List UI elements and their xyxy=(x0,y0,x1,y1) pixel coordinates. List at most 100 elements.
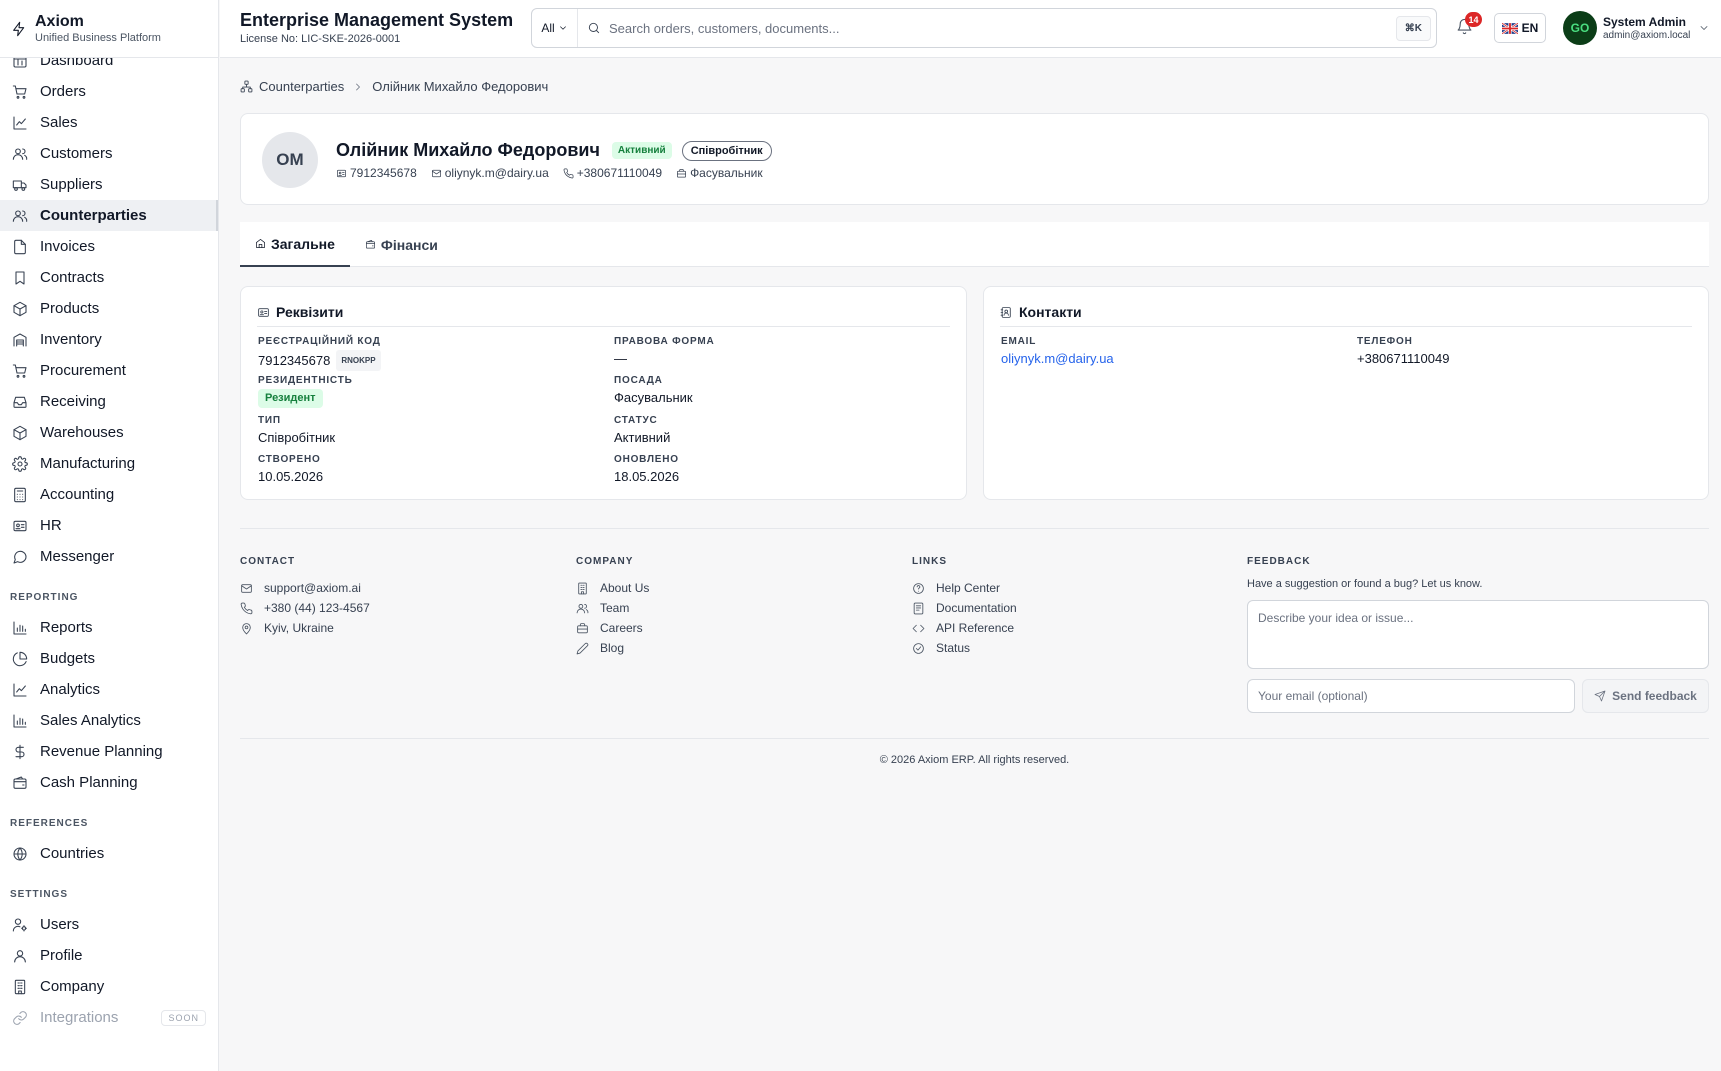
sidebar-item-label: Users xyxy=(40,916,80,933)
code-icon xyxy=(912,624,925,632)
footer-link-label: Careers xyxy=(600,621,643,635)
search-input[interactable] xyxy=(609,20,1396,36)
sidebar-item-label: Revenue Planning xyxy=(40,743,163,760)
footer-contact-email[interactable]: support@axiom.ai xyxy=(240,578,370,598)
user-cog-icon xyxy=(12,917,27,932)
sidebar-item-products[interactable]: Products xyxy=(0,293,218,324)
id-card-icon xyxy=(258,308,269,317)
sidebar-item-company[interactable]: Company xyxy=(0,971,218,1002)
sidebar-item-label: Accounting xyxy=(40,486,115,503)
sidebar-item-manufacturing[interactable]: Manufacturing xyxy=(0,448,218,479)
building-icon xyxy=(578,582,587,594)
sidebar-item-contracts[interactable]: Contracts xyxy=(0,262,218,293)
nav-section-references: REFERENCES xyxy=(10,818,89,829)
nav-section-reporting: REPORTING xyxy=(10,592,79,603)
sidebar-item-customers[interactable]: Customers xyxy=(0,138,218,169)
bar-chart-icon xyxy=(13,620,27,635)
sidebar-item-cash-planning[interactable]: Cash Planning xyxy=(0,767,218,798)
field-label: Телефон xyxy=(1357,336,1413,347)
breadcrumb-parent-link[interactable]: Counterparties xyxy=(259,79,344,94)
search-shortcut: ⌘K xyxy=(1395,15,1431,41)
user-menu[interactable]: GO System Admin admin@axiom.local xyxy=(1563,11,1710,45)
field-value: 7912345678 RNOKPP xyxy=(258,350,381,371)
sidebar-item-invoices[interactable]: Invoices xyxy=(0,231,218,262)
globe-icon xyxy=(13,846,27,861)
contacts-card-header: Контакти xyxy=(1000,304,1692,327)
tab-finance[interactable]: Фінанси xyxy=(350,222,453,267)
sidebar-item-integrations[interactable]: Integrations SOON xyxy=(0,1002,218,1033)
sidebar-item-hr[interactable]: HR xyxy=(0,510,218,541)
footer-contact-phone[interactable]: +380 (44) 123-4567 xyxy=(240,598,370,618)
brand[interactable]: Axiom Unified Business Platform xyxy=(0,0,218,58)
contacts-card: Контакти Email oliynyk.m@dairy.ua Телефо… xyxy=(983,286,1709,500)
reg-code-type-chip: RNOKPP xyxy=(336,350,381,371)
warehouse-icon xyxy=(13,332,27,347)
sidebar-item-counterparties[interactable]: Counterparties xyxy=(0,200,218,231)
notifications-button[interactable]: 14 xyxy=(1456,12,1482,35)
contact-email-link[interactable]: oliynyk.m@dairy.ua xyxy=(1001,350,1114,367)
sidebar-item-analytics[interactable]: Analytics xyxy=(0,674,218,705)
sidebar-item-messenger[interactable]: Messenger xyxy=(0,541,218,572)
footer-link-docs[interactable]: Documentation xyxy=(912,598,1017,618)
sidebar-item-countries[interactable]: Countries xyxy=(0,838,218,869)
send-feedback-button[interactable]: Send feedback xyxy=(1582,679,1709,713)
sidebar-item-profile[interactable]: Profile xyxy=(0,940,218,971)
footer-link-label: API Reference xyxy=(936,621,1015,635)
footer-link-team[interactable]: Team xyxy=(576,598,649,618)
footer-link-api[interactable]: API Reference xyxy=(912,618,1017,638)
sidebar-item-label: Warehouses xyxy=(40,424,124,441)
footer-link-about[interactable]: About Us xyxy=(576,578,649,598)
sidebar-item-label: Manufacturing xyxy=(40,455,136,472)
residency-badge: Резидент xyxy=(258,389,323,408)
sidebar: Axiom Unified Business Platform Dashboar… xyxy=(0,0,219,1071)
sidebar-item-warehouses[interactable]: Warehouses xyxy=(0,417,218,448)
footer-link-label: Blog xyxy=(600,641,625,655)
footer-link-help[interactable]: Help Center xyxy=(912,578,1017,598)
gear-icon xyxy=(12,455,28,472)
footer-link-blog[interactable]: Blog xyxy=(576,638,649,658)
sidebar-item-users[interactable]: Users xyxy=(0,909,218,940)
sidebar-item-reports[interactable]: Reports xyxy=(0,612,218,643)
briefcase-icon xyxy=(677,168,687,178)
sidebar-item-inventory[interactable]: Inventory xyxy=(0,324,218,355)
field-phone: Телефон +380671110049 xyxy=(1357,336,1449,367)
profile-email: oliynyk.m@dairy.ua xyxy=(431,166,549,180)
wallet-icon xyxy=(365,240,375,249)
tab-general[interactable]: Загальне xyxy=(240,222,350,267)
feedback-email-input[interactable] xyxy=(1247,679,1575,713)
sidebar-item-sales-analytics[interactable]: Sales Analytics xyxy=(0,705,218,736)
search-scope-select[interactable]: All xyxy=(532,9,578,47)
footer-link-status[interactable]: Status xyxy=(912,638,1017,658)
language-label: EN xyxy=(1521,21,1539,35)
sidebar-item-suppliers[interactable]: Suppliers xyxy=(0,169,218,200)
language-switcher[interactable]: EN xyxy=(1494,13,1546,43)
profile-header-card: ОМ Олійник Михайло Федорович Активний Сп… xyxy=(240,113,1709,205)
app-title: Enterprise Management System xyxy=(240,10,514,30)
pie-chart-icon xyxy=(12,651,28,666)
avatar: GO xyxy=(1563,11,1597,45)
sidebar-item-sales[interactable]: Sales xyxy=(0,107,218,138)
sidebar-item-label: HR xyxy=(40,517,62,534)
sidebar-item-dashboard[interactable]: Dashboard xyxy=(0,58,218,76)
sidebar-item-revenue-planning[interactable]: Revenue Planning xyxy=(0,736,218,767)
field-value: Резидент xyxy=(258,389,353,408)
sidebar-item-label: Reports xyxy=(40,619,93,636)
sidebar-item-label: Budgets xyxy=(40,650,96,667)
phone-icon xyxy=(563,168,574,178)
field-type: Тип Співробітник xyxy=(258,415,335,446)
sidebar-item-orders[interactable]: Orders xyxy=(0,76,218,107)
sidebar-item-label: Cash Planning xyxy=(40,774,138,791)
sidebar-item-receiving[interactable]: Receiving xyxy=(0,386,218,417)
inbox-icon xyxy=(13,396,27,408)
footer-link-label: Kyiv, Ukraine xyxy=(264,621,334,635)
footer-link-careers[interactable]: Careers xyxy=(576,618,649,638)
sidebar-item-accounting[interactable]: Accounting xyxy=(0,479,218,510)
sidebar-item-label: Messenger xyxy=(40,548,115,565)
brand-name: Axiom xyxy=(35,13,84,30)
feedback-textarea[interactable] xyxy=(1247,600,1709,669)
sidebar-item-procurement[interactable]: Procurement xyxy=(0,355,218,386)
sidebar-item-budgets[interactable]: Budgets xyxy=(0,643,218,674)
field-value: 18.05.2026 xyxy=(614,469,680,484)
profile-phone: +380671110049 xyxy=(563,166,662,180)
field-status: Статус Активний xyxy=(614,415,670,446)
